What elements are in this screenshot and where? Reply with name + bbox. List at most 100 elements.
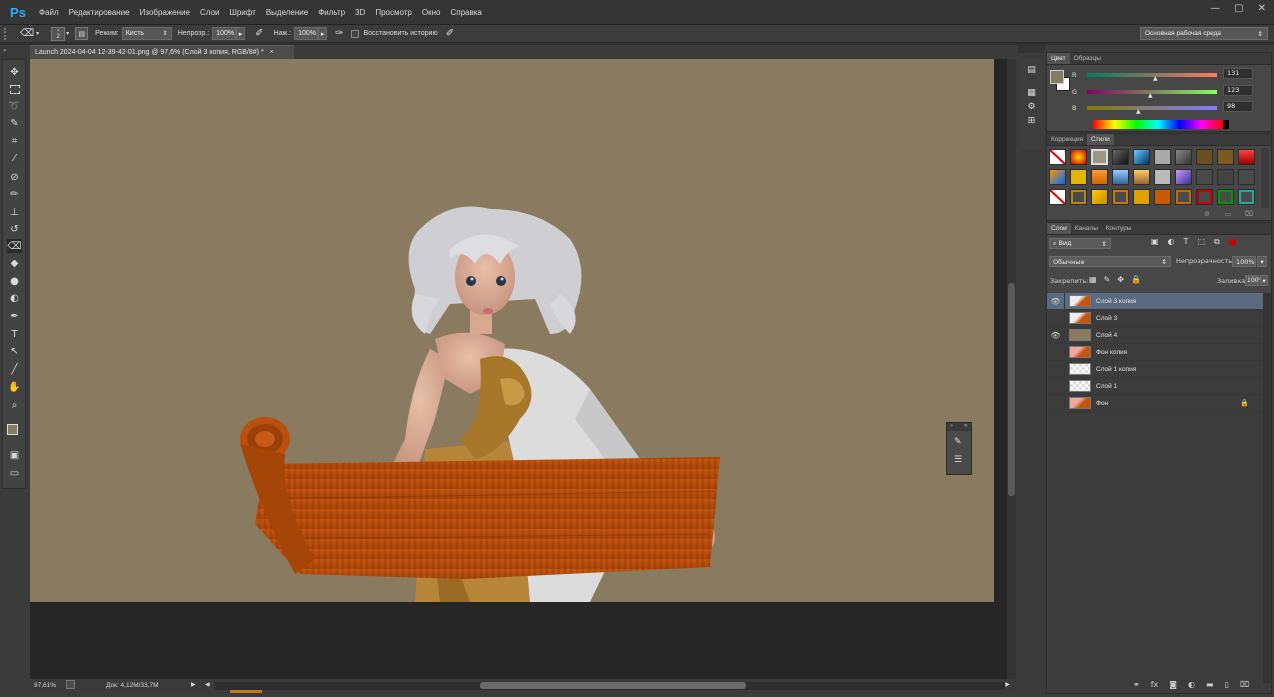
style-swatch[interactable] <box>1217 149 1234 165</box>
style-swatch[interactable] <box>1196 169 1213 185</box>
marquee-icon[interactable] <box>7 82 22 96</box>
menu-3d[interactable]: 3D <box>350 8 370 17</box>
document-tab[interactable]: Launch 2024-04-04 12-39-42-01.png @ 97,6… <box>30 45 294 59</box>
type-filter-icon[interactable]: T <box>1184 237 1189 247</box>
status-menu-arrow-icon[interactable]: ▶ <box>191 681 196 688</box>
mask-icon[interactable]: ◙ <box>1169 680 1177 689</box>
new-style-icon[interactable]: ▭ <box>1225 210 1232 218</box>
style-none[interactable] <box>1049 189 1066 205</box>
chevron-down-icon[interactable]: ▾ <box>36 30 39 37</box>
style-swatch[interactable] <box>1238 149 1255 165</box>
lock-transparency-icon[interactable]: ▦ <box>1089 275 1097 284</box>
blue-value[interactable]: 98 <box>1223 101 1253 112</box>
tab-color[interactable]: Цвет <box>1047 53 1070 64</box>
style-swatch[interactable] <box>1175 149 1192 165</box>
stamp-icon[interactable]: ⊥ <box>7 205 22 219</box>
adjustment-filter-icon[interactable]: ◐ <box>1168 237 1175 247</box>
visibility-toggle[interactable] <box>1047 378 1065 394</box>
layer-opacity-input[interactable]: 100% <box>1232 256 1256 267</box>
actions-panel-icon[interactable]: ▦ <box>1025 86 1038 99</box>
brush-icon[interactable]: ✏ <box>7 187 22 201</box>
pressure-dropdown[interactable]: ▸ <box>318 27 328 40</box>
dodge-icon[interactable]: ◐ <box>7 291 22 305</box>
style-none[interactable] <box>1049 149 1066 165</box>
layer-row[interactable]: Слой 3 <box>1047 310 1263 327</box>
visibility-toggle[interactable] <box>1047 344 1065 360</box>
style-swatch[interactable] <box>1217 169 1234 185</box>
style-swatch[interactable] <box>1154 169 1171 185</box>
lock-all-icon[interactable]: 🔒 <box>1131 275 1141 284</box>
layer-row[interactable]: Слой 1 <box>1047 378 1263 395</box>
pressure-opacity-icon[interactable]: ✐ <box>255 28 263 39</box>
restore-history-checkbox[interactable] <box>351 29 360 38</box>
crop-icon[interactable]: ⌗ <box>7 134 22 148</box>
layer-row[interactable]: 👁 Слой 4 <box>1047 327 1263 344</box>
style-swatch[interactable] <box>1091 149 1108 165</box>
bucket-icon[interactable]: ◆ <box>7 256 22 270</box>
filter-toggle-icon[interactable] <box>1228 239 1236 246</box>
blend-mode-select[interactable]: Обычные ⇕ <box>1049 256 1171 267</box>
visibility-toggle[interactable] <box>1047 395 1065 411</box>
swatches-panel-icon[interactable]: ⚙ <box>1025 100 1038 113</box>
quick-mask-icon[interactable]: ▣ <box>7 448 22 462</box>
smart-object-filter-icon[interactable]: ⧉ <box>1214 237 1220 247</box>
adjustments-panel-icon[interactable]: ⊞ <box>1025 114 1038 127</box>
style-swatch[interactable] <box>1091 189 1108 205</box>
style-swatch[interactable] <box>1091 169 1108 185</box>
style-swatch[interactable] <box>1049 169 1066 185</box>
style-swatch[interactable] <box>1133 189 1150 205</box>
minimize-button[interactable]: — <box>1210 3 1220 14</box>
menu-view[interactable]: Просмотр <box>370 8 417 17</box>
green-slider[interactable]: G ▲ 123 <box>1072 85 1253 99</box>
hand-icon[interactable]: ✋ <box>7 380 22 394</box>
layer-row[interactable]: Фон 🔒 <box>1047 395 1263 412</box>
layer-row[interactable]: 👁 Слой 3 копия <box>1047 293 1263 310</box>
style-swatch[interactable] <box>1070 169 1087 185</box>
floating-panel-header[interactable]: » ✕ <box>947 423 971 431</box>
menu-select[interactable]: Выделение <box>261 8 313 17</box>
opacity-dropdown[interactable]: ▸ <box>236 27 246 40</box>
trash-icon[interactable]: ⌧ <box>1245 210 1253 218</box>
lock-pixels-icon[interactable]: ✎ <box>1104 275 1111 284</box>
color-fg-swatch[interactable] <box>1050 70 1064 84</box>
trash-icon[interactable]: ⌧ <box>1240 680 1249 689</box>
shape-filter-icon[interactable]: ⬚ <box>1197 237 1205 247</box>
layer-row[interactable]: Слой 1 копия <box>1047 361 1263 378</box>
tab-styles[interactable]: Стили <box>1086 134 1114 145</box>
menu-help[interactable]: Справка <box>445 8 486 17</box>
fill-dropdown[interactable]: ▾ <box>1260 275 1268 286</box>
layer-row[interactable]: Фон копия <box>1047 344 1263 361</box>
export-icon[interactable] <box>66 680 75 689</box>
red-value[interactable]: 131 <box>1223 68 1253 79</box>
chevron-down-icon[interactable]: ▾ <box>66 30 69 37</box>
tab-layers[interactable]: Слои <box>1047 223 1071 234</box>
lock-position-icon[interactable]: ✥ <box>1117 275 1124 284</box>
delete-style-icon[interactable]: ⊘ <box>1204 210 1210 218</box>
menu-edit[interactable]: Редактирование <box>64 8 135 17</box>
style-swatch[interactable] <box>1196 189 1213 205</box>
red-slider[interactable]: R ▲ 131 <box>1072 68 1253 82</box>
styles-scrollbar[interactable] <box>1261 148 1269 208</box>
path-select-icon[interactable]: ↖ <box>7 344 22 358</box>
eraser-tool-icon[interactable]: ⌫ <box>7 239 22 253</box>
menu-filter[interactable]: Фильтр <box>313 8 350 17</box>
pen-icon[interactable]: ✒ <box>7 309 22 323</box>
style-swatch[interactable] <box>1133 149 1150 165</box>
green-value[interactable]: 123 <box>1223 85 1253 96</box>
menu-file[interactable]: Файл <box>34 8 64 17</box>
pressure-size-icon[interactable]: ✐ <box>446 28 454 39</box>
brush-size-picker[interactable]: • 2 <box>51 26 66 41</box>
zoom-level[interactable]: 97,61% <box>34 682 56 689</box>
style-swatch[interactable] <box>1217 189 1234 205</box>
visibility-toggle[interactable] <box>1047 361 1065 377</box>
menu-type[interactable]: Шрифт <box>224 8 260 17</box>
adjustment-icon[interactable]: ◐ <box>1188 680 1195 689</box>
menu-image[interactable]: Изображение <box>135 8 195 17</box>
close-tab-icon[interactable]: × <box>270 49 274 56</box>
vertical-scroll-thumb[interactable] <box>1008 283 1015 496</box>
zoom-icon[interactable]: ⌕ <box>7 398 22 412</box>
style-swatch[interactable] <box>1175 189 1192 205</box>
eyedropper-icon[interactable]: ⁄ <box>7 151 22 165</box>
link-icon[interactable]: ⚭ <box>1133 680 1140 689</box>
filter-kind-select[interactable]: ⌕ Вид ⇕ <box>1049 238 1111 249</box>
